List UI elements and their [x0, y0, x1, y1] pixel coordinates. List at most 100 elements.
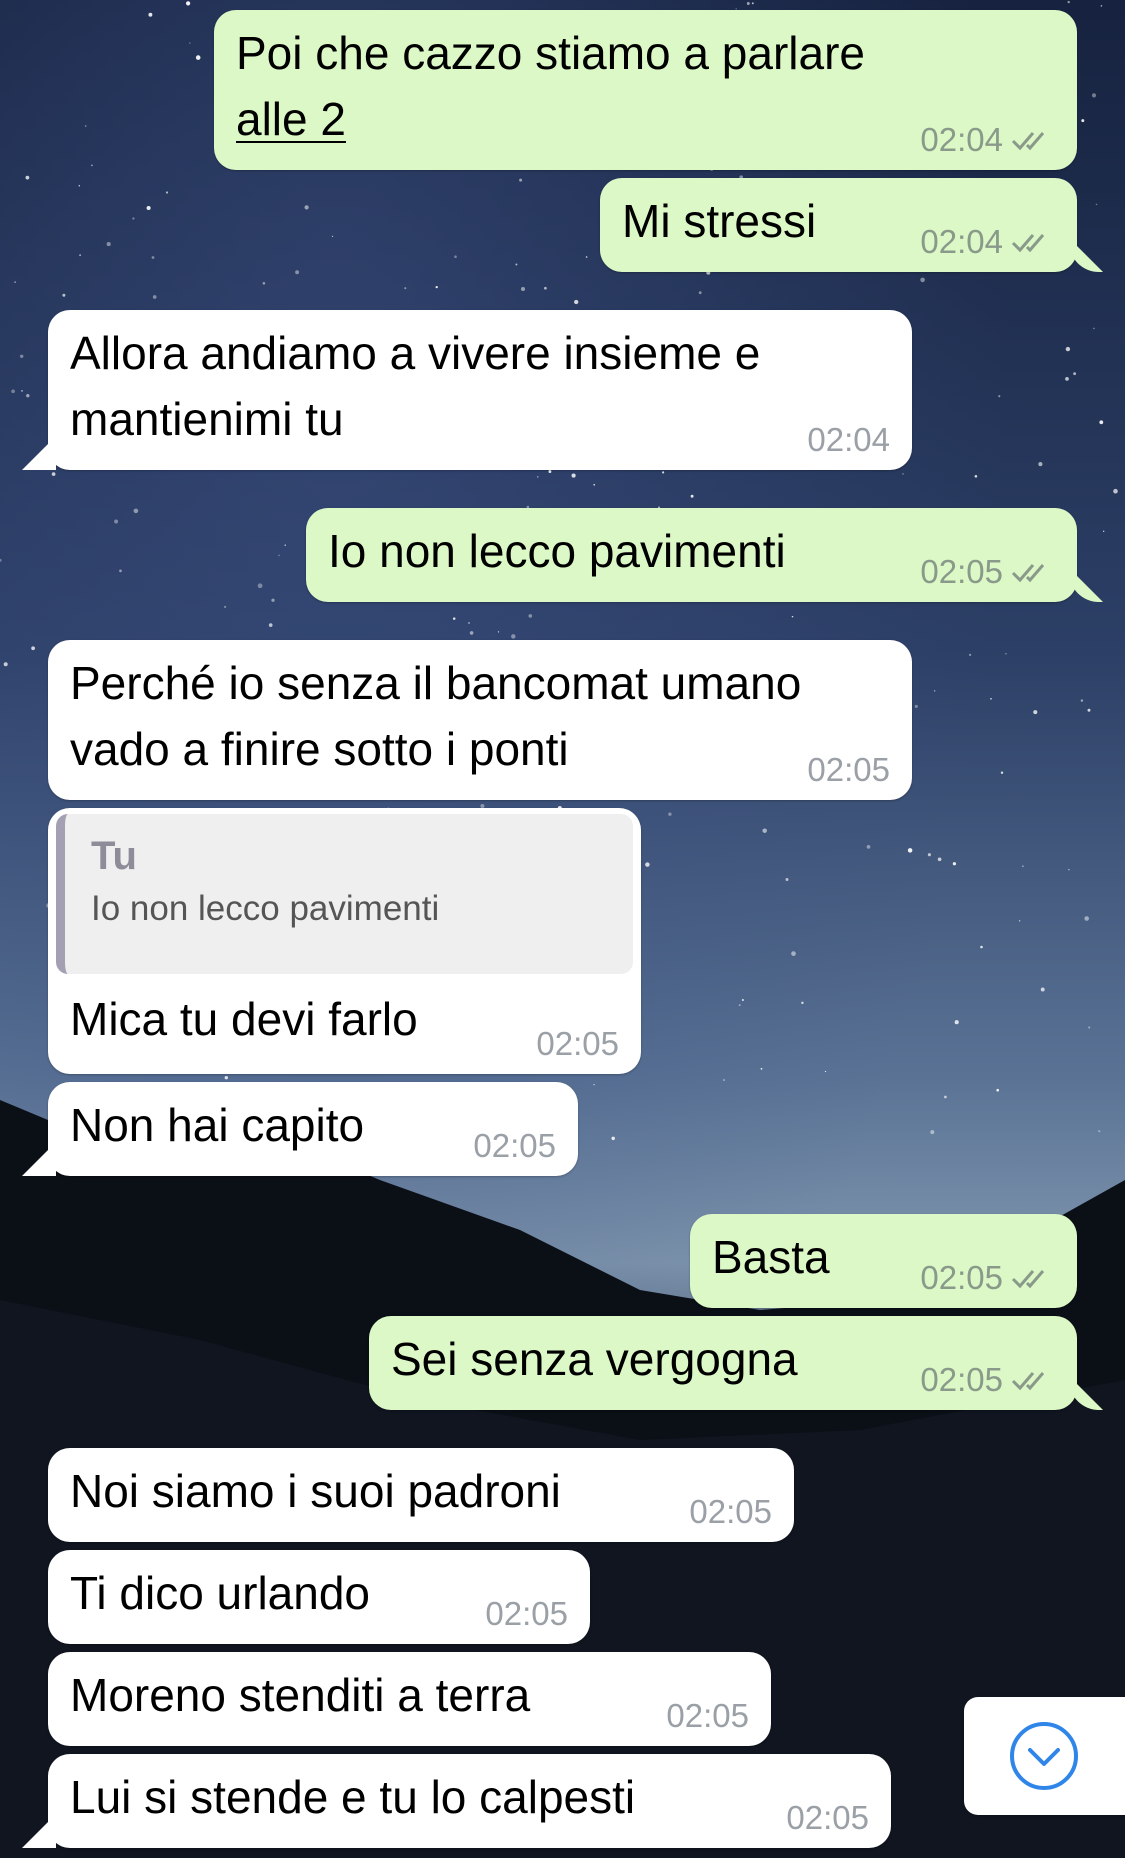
message-meta: 02:05: [920, 1362, 1055, 1398]
star-decoration: [78, 184, 81, 187]
message-meta: 02:05: [536, 1026, 619, 1062]
message-bubble-outgoing[interactable]: Io non lecco pavimenti 02:05: [306, 508, 1077, 602]
star-decoration: [974, 475, 978, 478]
star-decoration: [548, 470, 552, 473]
message-text: Mi stressi: [622, 195, 817, 247]
star-decoration: [593, 1083, 595, 1086]
star-decoration: [1080, 699, 1084, 702]
star-decoration: [1081, 119, 1085, 123]
message-meta: 02:05: [920, 1260, 1055, 1296]
star-decoration: [1068, 868, 1070, 871]
star-decoration: [585, 256, 588, 258]
star-decoration: [520, 286, 526, 292]
star-decoration: [738, 1004, 741, 1007]
star-decoration: [762, 828, 767, 833]
star-decoration: [1100, 5, 1103, 7]
star-decoration: [25, 175, 30, 180]
message-bubble-outgoing[interactable]: Poi che cazzo stiamo a parlare alle 2 02…: [214, 10, 1077, 170]
message-text: Lui si stende e tu lo calpesti: [70, 1771, 636, 1823]
star-decoration: [645, 862, 650, 867]
star-decoration: [21, 390, 23, 392]
star-decoration: [1099, 420, 1104, 425]
message-time-link[interactable]: alle 2: [236, 93, 346, 145]
star-decoration: [26, 394, 30, 398]
message-bubble-incoming-reply[interactable]: Tu Io non lecco pavimenti Mica tu devi f…: [48, 808, 641, 1074]
message-time: 02:05: [920, 553, 1003, 590]
star-decoration: [698, 291, 702, 295]
message-bubble-outgoing[interactable]: Basta 02:05: [690, 1214, 1077, 1308]
message-text: Sei senza vergogna: [391, 1333, 798, 1385]
message-text: Ti dico urlando: [70, 1567, 371, 1619]
double-check-icon: [1011, 564, 1045, 583]
chevron-down-circle-icon: [1010, 1722, 1078, 1790]
star-decoration: [31, 646, 35, 651]
star-decoration: [1087, 708, 1091, 712]
star-decoration: [927, 853, 931, 857]
star-decoration: [435, 285, 438, 289]
message-meta: 02:05: [807, 752, 890, 788]
message-text: Non hai capito: [70, 1099, 365, 1151]
star-decoration: [760, 1067, 763, 1070]
message-time: 02:04: [920, 121, 1003, 158]
star-decoration: [278, 554, 280, 557]
star-decoration: [751, 2, 754, 5]
star-decoration: [119, 569, 122, 573]
message-bubble-outgoing[interactable]: Mi stressi 02:04: [600, 178, 1077, 272]
star-decoration: [497, 631, 500, 633]
quoted-message[interactable]: Tu Io non lecco pavimenti: [56, 814, 633, 974]
star-decoration: [452, 617, 456, 620]
star-decoration: [515, 263, 518, 266]
star-decoration: [304, 205, 309, 210]
star-decoration: [528, 614, 533, 618]
star-decoration: [1018, 920, 1021, 922]
star-decoration: [1067, 0, 1070, 4]
message-bubble-incoming[interactable]: Perché io senza il bancomat umano vado a…: [48, 640, 912, 800]
star-decoration: [1073, 372, 1076, 376]
star-decoration: [544, 286, 547, 290]
star-decoration: [91, 164, 93, 167]
message-time: 02:05: [473, 1127, 556, 1164]
message-time: 02:04: [807, 421, 890, 458]
message-text: Poi che cazzo stiamo a parlare: [236, 27, 865, 79]
star-decoration: [801, 1001, 804, 1005]
star-decoration: [262, 282, 266, 285]
star-decoration: [1038, 462, 1043, 467]
star-decoration: [1065, 377, 1069, 381]
star-decoration: [1091, 93, 1097, 98]
star-decoration: [511, 634, 516, 639]
star-decoration: [611, 1136, 615, 1141]
star-decoration: [824, 1070, 827, 1073]
star-decoration: [84, 125, 87, 127]
star-decoration: [1084, 916, 1089, 921]
message-text: Basta: [712, 1231, 830, 1283]
message-bubble-incoming[interactable]: Ti dico urlando 02:05: [48, 1550, 590, 1644]
star-decoration: [148, 12, 153, 17]
star-decoration: [11, 389, 15, 394]
star-decoration: [746, 2, 750, 5]
message-meta: 02:05: [786, 1800, 869, 1836]
star-decoration: [146, 205, 151, 211]
scroll-to-bottom-button[interactable]: [964, 1697, 1125, 1815]
star-decoration: [930, 1130, 935, 1135]
message-bubble-incoming[interactable]: Noi siamo i suoi padroni 02:05: [48, 1448, 794, 1542]
star-decoration: [785, 878, 789, 881]
message-bubble-outgoing[interactable]: Sei senza vergogna 02:05: [369, 1316, 1077, 1410]
star-decoration: [980, 945, 983, 949]
message-bubble-incoming[interactable]: Moreno stenditi a terra 02:05: [48, 1652, 771, 1746]
message-bubble-incoming[interactable]: Non hai capito 02:05: [48, 1082, 578, 1176]
double-check-icon: [1011, 132, 1045, 151]
star-decoration: [914, 704, 918, 708]
message-time: 02:05: [666, 1697, 749, 1734]
star-decoration: [1005, 652, 1007, 655]
quoted-text: Io non lecco pavimenti: [91, 889, 440, 928]
star-decoration: [1065, 346, 1071, 352]
message-bubble-incoming[interactable]: Lui si stende e tu lo calpesti 02:05: [48, 1754, 891, 1848]
star-decoration: [998, 395, 1001, 398]
message-bubble-incoming[interactable]: Allora andiamo a vivere insieme e mantie…: [48, 310, 912, 470]
message-meta: 02:05: [473, 1128, 556, 1164]
message-meta: 02:05: [666, 1698, 749, 1734]
star-decoration: [0, 558, 2, 562]
message-time: 02:05: [920, 1361, 1003, 1398]
star-decoration: [1113, 488, 1118, 494]
star-decoration: [114, 519, 119, 524]
